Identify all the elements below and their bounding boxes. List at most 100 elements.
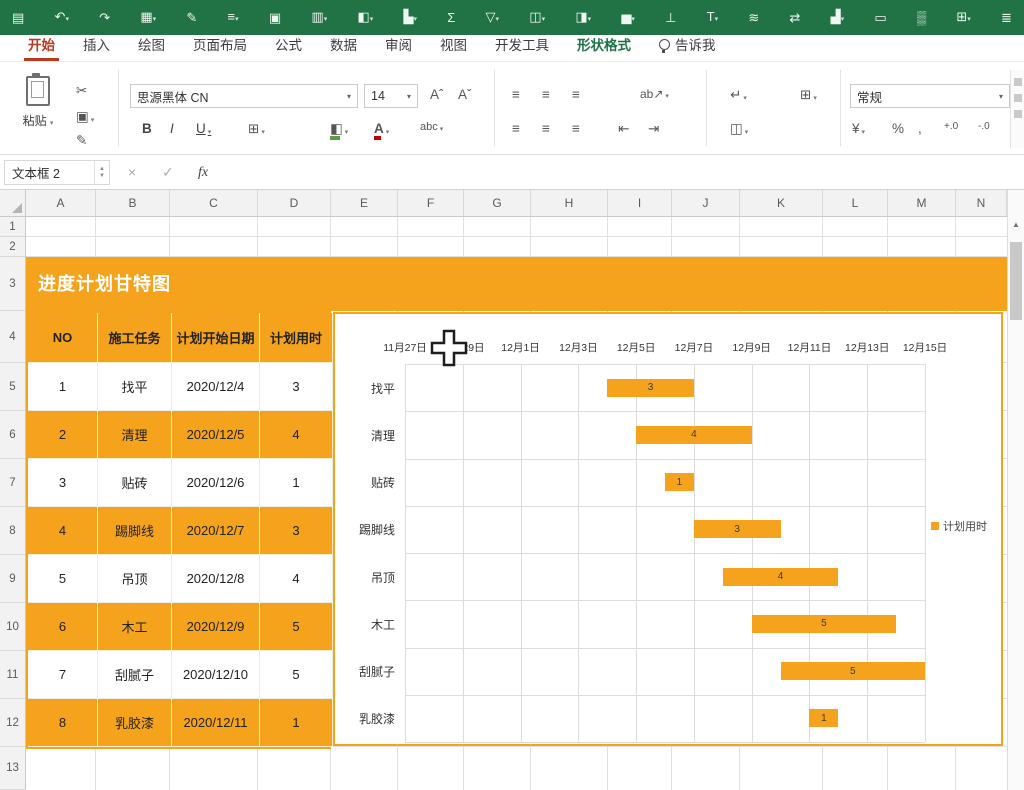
chart-legend[interactable]: 计划用时 [931, 518, 987, 534]
tab-home[interactable]: 开始 [14, 34, 69, 61]
number-format-select[interactable]: 常规 ▾ [850, 84, 1010, 108]
area-chart-icon[interactable]: ▟▾ [831, 0, 845, 37]
insert-cells-icon[interactable]: ⊞▾ [956, 0, 970, 37]
align-top-icon[interactable]: ≡ [512, 88, 520, 102]
column-header-L[interactable]: L [823, 190, 888, 216]
table-row[interactable]: 8乳胶漆2020/12/111 [28, 699, 329, 747]
vertical-scrollbar[interactable]: ▲ [1007, 190, 1024, 790]
wrap-text-button[interactable]: ↵▾ [730, 88, 747, 102]
paste-icon[interactable]: ▥▾ [311, 0, 327, 37]
increase-indent-button[interactable]: ⇥ [648, 122, 659, 136]
axis-icon[interactable]: ⊥ [665, 0, 676, 35]
merge-center-button[interactable]: ◫▾ [730, 122, 748, 136]
redo-icon[interactable]: ↷ [99, 0, 110, 35]
column-header-I[interactable]: I [608, 190, 672, 216]
table-row[interactable]: 6木工2020/12/95 [28, 603, 329, 651]
percent-style-button[interactable]: % [892, 122, 904, 136]
chart-icon[interactable]: ▙▾ [403, 0, 417, 37]
row-header-10[interactable]: 10 [0, 603, 25, 651]
enter-icon[interactable]: ✓ [162, 160, 174, 185]
gantt-bar[interactable]: 4 [636, 426, 752, 444]
column-header-D[interactable]: D [258, 190, 331, 216]
font-size-select[interactable]: 14 ▾ [364, 84, 418, 108]
tab-review[interactable]: 审阅 [371, 34, 426, 61]
tab-draw[interactable]: 绘图 [124, 34, 179, 61]
align-center-icon[interactable]: ≡ [542, 122, 550, 136]
row-header-1[interactable]: 1 [0, 217, 25, 237]
align-icon[interactable]: ≡▾ [228, 0, 239, 37]
row-header-6[interactable]: 6 [0, 411, 25, 459]
merge-cells-icon[interactable]: ◫▾ [529, 0, 545, 37]
decrease-font-size-button[interactable]: Aˇ [458, 88, 472, 102]
row-header-2[interactable]: 2 [0, 237, 25, 257]
undo-icon[interactable]: ↶▾ [55, 0, 69, 37]
gantt-bar[interactable]: 3 [694, 520, 781, 538]
cancel-icon[interactable]: × [128, 160, 136, 185]
format-painter-icon[interactable]: ✎ [186, 0, 197, 35]
tab-view[interactable]: 视图 [426, 34, 481, 61]
table-row[interactable]: 1找平2020/12/43 [28, 363, 329, 411]
align-left-icon[interactable]: ≡ [512, 122, 520, 136]
column-header-H[interactable]: H [531, 190, 608, 216]
gantt-bar[interactable]: 1 [665, 473, 694, 491]
gantt-bar[interactable]: 3 [607, 379, 694, 397]
cut-icon[interactable]: ✂ [76, 84, 87, 98]
row-header-8[interactable]: 8 [0, 507, 25, 555]
column-header-F[interactable]: F [398, 190, 464, 216]
shading-icon[interactable]: ▒ [917, 0, 926, 35]
row-header-11[interactable]: 11 [0, 651, 25, 699]
switch-rows-icon[interactable]: ⇄ [790, 0, 801, 35]
table-row[interactable]: 2清理2020/12/54 [28, 411, 329, 459]
gantt-bar[interactable]: 5 [752, 615, 896, 633]
column-header-G[interactable]: G [464, 190, 531, 216]
row-header-9[interactable]: 9 [0, 555, 25, 603]
row-header-3[interactable]: 3 [0, 257, 25, 311]
copy-icon[interactable]: ▣ [269, 0, 281, 35]
tab-developer[interactable]: 开发工具 [481, 34, 563, 61]
tab-formulas[interactable]: 公式 [261, 34, 316, 61]
gantt-title-banner[interactable]: 进度计划甘特图 [26, 257, 1007, 311]
tab-tell-me[interactable]: 告诉我 [645, 34, 730, 61]
shape-icon[interactable]: ▭ [874, 0, 886, 35]
text-box-icon[interactable]: T▾ [707, 0, 718, 37]
increase-decimal-button[interactable]: +.0 [944, 122, 958, 132]
align-right-icon[interactable]: ≡ [572, 122, 580, 136]
format-painter-icon[interactable]: ✎ [76, 134, 87, 148]
column-header-C[interactable]: C [170, 190, 258, 216]
orientation-button[interactable]: ab↗▾ [640, 88, 669, 100]
row-header-7[interactable]: 7 [0, 459, 25, 507]
scrollbar-thumb[interactable] [1010, 242, 1022, 320]
decrease-indent-button[interactable]: ⇤ [618, 122, 629, 136]
tab-data[interactable]: 数据 [316, 34, 371, 61]
column-header-B[interactable]: B [96, 190, 170, 216]
italic-button[interactable]: I [170, 122, 174, 136]
accounting-format-button[interactable]: ¥▾ [852, 122, 865, 136]
bold-button[interactable]: B [142, 122, 152, 136]
table-row[interactable]: 7刮腻子2020/12/105 [28, 651, 329, 699]
column-header-E[interactable]: E [331, 190, 398, 216]
format-as-table-button[interactable]: ⊞▾ [800, 88, 817, 102]
shape-fill-icon[interactable]: ◨▾ [575, 0, 591, 37]
more-commands-icon[interactable]: ≣ [1001, 0, 1012, 35]
decrease-decimal-button[interactable]: -.0 [978, 122, 990, 132]
tab-page-layout[interactable]: 页面布局 [179, 34, 261, 61]
table-row[interactable]: 4踢脚线2020/12/73 [28, 507, 329, 555]
column-header-K[interactable]: K [740, 190, 823, 216]
row-header-4[interactable]: 4 [0, 311, 25, 363]
paste-button[interactable]: 粘贴 ▾ [14, 76, 62, 148]
gantt-bar[interactable]: 5 [781, 662, 925, 680]
column-chart-icon[interactable]: ▅▾ [621, 0, 635, 37]
name-box[interactable]: 文本框 2 ▲ ▼ [4, 160, 110, 185]
sparkline-icon[interactable]: ≋ [748, 0, 759, 35]
comma-style-button[interactable]: , [918, 122, 922, 136]
scroll-up-icon[interactable]: ▲ [1008, 220, 1024, 229]
filter-icon[interactable]: ▽▾ [486, 0, 500, 37]
phonetic-guide-button[interactable]: abc▾ [420, 122, 443, 133]
select-all-corner[interactable] [0, 190, 26, 216]
font-color-button[interactable]: A▾ [374, 122, 389, 136]
autosum-icon[interactable]: Σ [447, 0, 455, 35]
copy-icon[interactable]: ▣▾ [76, 110, 94, 124]
row-header-5[interactable]: 5 [0, 363, 25, 411]
row-header-13[interactable]: 13 [0, 747, 25, 790]
table-row[interactable]: 5吊顶2020/12/84 [28, 555, 329, 603]
